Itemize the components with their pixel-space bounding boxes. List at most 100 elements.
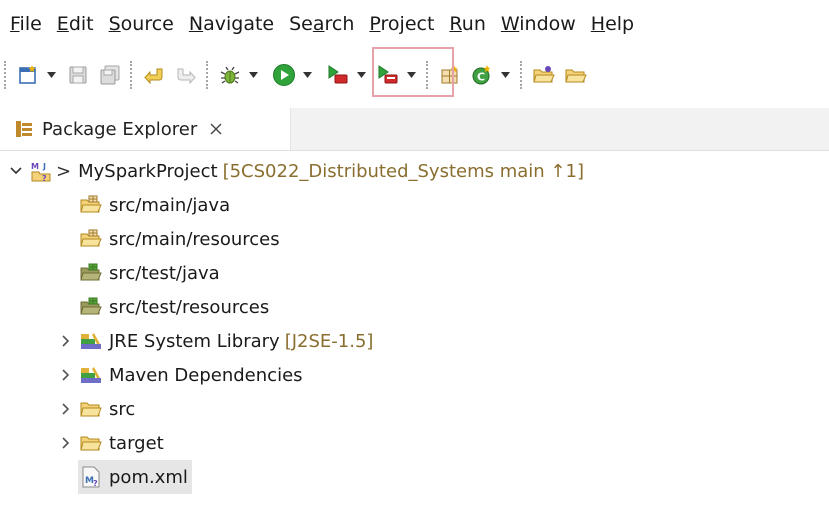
tree-item-jre-library[interactable]: JRE System Library [J2SE-1.5] (58, 324, 373, 358)
source-folder-icon (80, 228, 102, 250)
menu-edit[interactable]: Edit (57, 13, 94, 35)
menu-bar: File Edit Source Navigate Search Project… (0, 0, 829, 48)
project-name: MySparkProject (78, 160, 218, 182)
pom-file-label: pom.xml (109, 466, 188, 488)
toolbar-separator (520, 61, 522, 89)
open-folder-icon (533, 66, 555, 83)
menu-project[interactable]: Project (369, 13, 434, 35)
new-file-icon (19, 65, 36, 84)
menu-help[interactable]: Help (591, 13, 634, 35)
menu-file[interactable]: File (10, 13, 42, 35)
tree-item-project[interactable]: M J ? > MySparkProject [5CS022_Distribut… (8, 154, 584, 188)
chevron-down-icon[interactable] (8, 163, 24, 179)
tab-package-explorer[interactable]: Package Explorer (0, 108, 291, 150)
source-folder-label: src/test/java (109, 262, 220, 284)
new-class-dropdown[interactable] (498, 60, 512, 90)
toolbar-separator (4, 61, 6, 89)
save-icon (69, 66, 87, 84)
maven-dependencies-label: Maven Dependencies (109, 364, 303, 386)
project-prefix: > (56, 160, 72, 182)
folder-icon (80, 398, 102, 420)
bug-icon (220, 66, 240, 84)
chevron-right-icon[interactable] (58, 401, 74, 417)
project-git-decoration: [5CS022_Distributed_Systems main ↑1] (222, 160, 584, 182)
menu-source[interactable]: Source (109, 13, 174, 35)
tree-item-source-folder[interactable]: src/main/java (80, 188, 230, 222)
test-source-folder-icon (80, 296, 102, 318)
save-all-icon (100, 65, 120, 85)
svg-text:J: J (42, 162, 46, 171)
new-java-package-button[interactable] (436, 60, 464, 90)
tree-item-folder[interactable]: src (58, 392, 135, 426)
xml-file-icon: M ? (80, 466, 102, 488)
new-java-class-button[interactable]: C (468, 60, 496, 90)
run-play-icon (273, 64, 295, 86)
external-tools-dropdown[interactable] (354, 60, 368, 90)
save-button[interactable] (64, 60, 92, 90)
view-tab-strip: Package Explorer (0, 108, 829, 151)
run-button[interactable] (270, 60, 298, 90)
toolbar-separator (206, 61, 208, 89)
external-tools-button[interactable] (324, 60, 352, 90)
source-folder-icon (80, 194, 102, 216)
debug-button[interactable] (216, 60, 244, 90)
menu-search[interactable]: Search (289, 13, 354, 35)
chevron-down-icon (46, 72, 56, 78)
open-type-button[interactable] (530, 60, 558, 90)
chevron-down-icon (406, 72, 416, 78)
chevron-down-icon (248, 72, 258, 78)
chevron-right-icon[interactable] (58, 333, 74, 349)
folder-label: src (109, 398, 136, 420)
menu-run[interactable]: Run (449, 13, 485, 35)
svg-text:M: M (31, 162, 39, 171)
open-resource-button[interactable] (562, 60, 590, 90)
test-source-folder-icon (80, 262, 102, 284)
chevron-down-icon (356, 72, 366, 78)
toolbar-separator (130, 61, 132, 89)
save-all-button[interactable] (96, 60, 124, 90)
package-icon (441, 65, 458, 84)
new-class-icon: C (472, 65, 491, 85)
tree-item-source-folder[interactable]: src/test/java (80, 256, 220, 290)
coverage-button[interactable] (374, 60, 402, 90)
coverage-dropdown[interactable] (404, 60, 418, 90)
maven-project-icon: M J ? (30, 160, 52, 182)
tree-item-folder[interactable]: target (58, 426, 164, 460)
tree-item-maven-dependencies[interactable]: Maven Dependencies (58, 358, 303, 392)
folder-label: target (109, 432, 164, 454)
chevron-right-icon[interactable] (58, 435, 74, 451)
tree-item-source-folder[interactable]: src/main/resources (80, 222, 280, 256)
folder-icon (80, 432, 102, 454)
back-button[interactable] (140, 60, 168, 90)
svg-text:C: C (477, 71, 485, 84)
chevron-down-icon (302, 72, 312, 78)
forward-button[interactable] (172, 60, 200, 90)
debug-dropdown[interactable] (246, 60, 260, 90)
close-icon[interactable] (209, 122, 223, 136)
new-dropdown[interactable] (44, 60, 58, 90)
main-toolbar: C (0, 50, 829, 100)
run-dropdown[interactable] (300, 60, 314, 90)
jre-library-label: JRE System Library (109, 330, 280, 352)
jre-library-decoration: [J2SE-1.5] (284, 330, 374, 352)
back-arrow-icon (144, 68, 163, 85)
menu-window[interactable]: Window (501, 13, 576, 35)
source-folder-label: src/main/resources (109, 228, 280, 250)
package-explorer-tree: M J ? > MySparkProject [5CS022_Distribut… (0, 152, 829, 527)
forward-arrow-icon (177, 68, 196, 85)
open-folder-icon (565, 69, 587, 83)
view-title: Package Explorer (42, 118, 198, 140)
chevron-down-icon (500, 72, 510, 78)
tree-item-source-folder[interactable]: src/test/resources (80, 290, 269, 324)
library-icon (80, 330, 102, 352)
chevron-right-icon[interactable] (58, 367, 74, 383)
run-configuration-icon (328, 65, 348, 84)
toolbar-separator (426, 61, 428, 89)
tree-item-pom-file[interactable]: M ? pom.xml (78, 460, 192, 494)
library-icon (80, 364, 102, 386)
svg-text:?: ? (42, 174, 47, 182)
new-button[interactable] (14, 60, 42, 90)
svg-text:?: ? (93, 479, 98, 488)
menu-navigate[interactable]: Navigate (189, 13, 274, 35)
package-explorer-icon (15, 120, 33, 138)
